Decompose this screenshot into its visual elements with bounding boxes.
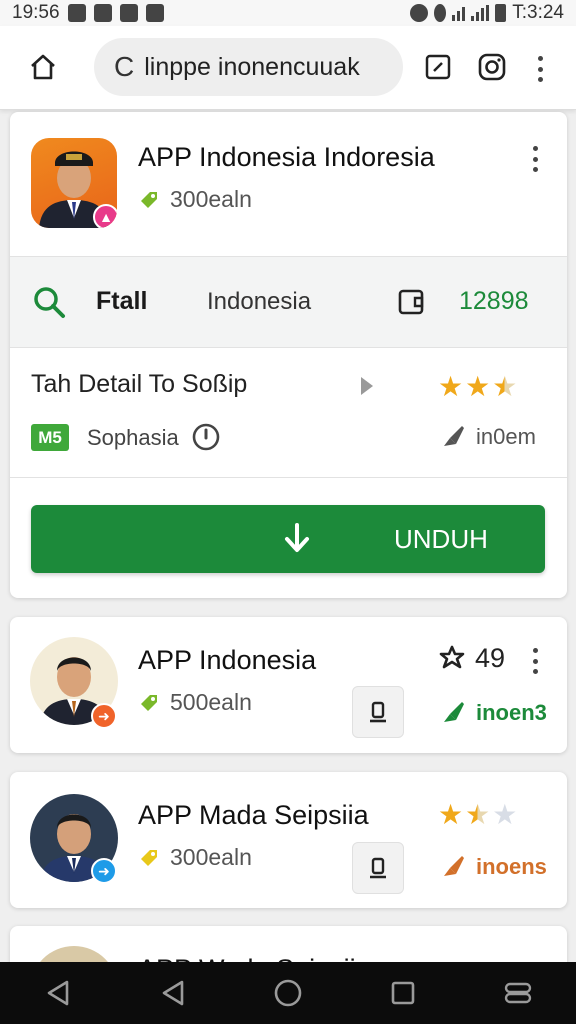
url-text: linppe inonencuuak bbox=[144, 52, 360, 81]
app-menu-button[interactable] bbox=[529, 146, 541, 172]
notification-icon bbox=[119, 4, 138, 22]
app-info-row: Ftall Indonesia 12898 bbox=[10, 256, 567, 348]
app-size: 300ealn bbox=[170, 186, 252, 212]
status-bar: 19:56 T:3:24 bbox=[0, 0, 576, 26]
badge-icon: ➜ bbox=[91, 858, 117, 884]
app-size: 300ealn bbox=[170, 844, 252, 870]
badge-icon: ▲ bbox=[93, 204, 117, 228]
wallet-icon bbox=[398, 289, 424, 315]
tabs-icon bbox=[425, 54, 451, 80]
home-nav-button[interactable] bbox=[268, 973, 308, 1013]
app-card[interactable]: ➜ APP Indonesia 500ealn 49 inoen3 bbox=[10, 617, 567, 753]
notification-icon bbox=[67, 4, 86, 22]
app-detail-row: Tah Detail To Soßip ★ ★ ★ M5 Sophasia in0e… bbox=[10, 348, 567, 478]
menu-nav-button[interactable] bbox=[498, 973, 538, 1013]
recents-button[interactable] bbox=[383, 973, 423, 1013]
app-avatar: ▲ bbox=[31, 138, 117, 228]
info-count: 12898 bbox=[459, 287, 529, 315]
download-icon bbox=[285, 523, 309, 552]
system-nav-bar bbox=[0, 962, 576, 1024]
tag-icon bbox=[141, 694, 157, 711]
download-button[interactable]: UNDUH bbox=[31, 505, 545, 573]
badge-icon: ➜ bbox=[91, 703, 117, 729]
app-card[interactable]: ➜ APP Mada Seipsiia 300ealn ★ ★ ★ inoens bbox=[10, 772, 567, 908]
signal-icon bbox=[471, 5, 490, 21]
rocket-icon bbox=[444, 426, 464, 446]
star-icon: ★ bbox=[465, 799, 491, 830]
rating-stars: ★ ★ ★ bbox=[438, 798, 517, 831]
developer-badge: M5 bbox=[31, 424, 69, 451]
app-tag: in0em bbox=[476, 424, 536, 449]
install-icon bbox=[370, 701, 386, 723]
app-title: APP Mada Seipsiia bbox=[138, 800, 369, 830]
app-tag: inoen3 bbox=[476, 700, 547, 725]
home-circle-icon bbox=[274, 979, 302, 1007]
tag-icon bbox=[141, 191, 157, 208]
alarm-icon bbox=[410, 4, 429, 22]
clock-icon bbox=[192, 423, 220, 451]
star-icon: ★ bbox=[438, 371, 464, 402]
url-field[interactable]: C linppe inonencuuak bbox=[94, 38, 403, 96]
puzzle-icon bbox=[439, 645, 465, 669]
status-time: 19:56 bbox=[12, 2, 60, 23]
star-icon: ★ bbox=[438, 799, 464, 830]
rocket-icon bbox=[444, 702, 464, 722]
notification-icon bbox=[93, 4, 112, 22]
featured-app-card: ▲ APP Indonesia Indoresia 300ealn Ftall … bbox=[10, 112, 567, 598]
recents-icon bbox=[391, 981, 415, 1005]
bluetooth-icon bbox=[434, 4, 447, 22]
battery-icon bbox=[495, 4, 507, 22]
app-score: 49 bbox=[475, 643, 506, 673]
home-icon bbox=[31, 54, 55, 80]
info-label: Ftall bbox=[96, 287, 148, 315]
instagram-button[interactable] bbox=[475, 50, 509, 84]
wifi-icon bbox=[452, 5, 466, 21]
rating-stars: ★ ★ ★ bbox=[438, 370, 517, 403]
detail-text: Tah Detail To Soßip bbox=[31, 370, 248, 398]
back-icon bbox=[162, 980, 184, 1006]
app-size: 500ealn bbox=[170, 689, 252, 715]
app-size-row: 300ealn bbox=[138, 844, 252, 871]
star-icon: ★ bbox=[492, 371, 518, 402]
rocket-icon bbox=[444, 856, 464, 876]
more-button[interactable] bbox=[534, 56, 546, 82]
app-size-row: 500ealn bbox=[138, 689, 252, 716]
home-button[interactable] bbox=[26, 50, 60, 84]
back-icon bbox=[47, 980, 68, 1006]
back-button[interactable] bbox=[38, 973, 78, 1013]
install-button[interactable] bbox=[352, 686, 404, 738]
app-menu-button[interactable] bbox=[529, 648, 541, 674]
tag-icon bbox=[141, 849, 157, 866]
download-label: UNDUH bbox=[394, 524, 488, 554]
install-button[interactable] bbox=[352, 842, 404, 894]
play-icon[interactable] bbox=[359, 375, 375, 397]
star-icon: ★ bbox=[465, 371, 491, 402]
instagram-icon bbox=[478, 53, 506, 81]
browser-toolbar: C linppe inonencuuak bbox=[0, 26, 576, 110]
reload-icon[interactable]: C bbox=[114, 51, 134, 83]
app-size-row: 300ealn bbox=[138, 186, 252, 213]
star-icon: ★ bbox=[492, 799, 518, 830]
app-title: APP Indonesia bbox=[138, 645, 317, 675]
menu-icon bbox=[505, 982, 532, 1004]
info-region: Indonesia bbox=[207, 288, 312, 315]
notification-icon bbox=[145, 4, 164, 22]
app-title: APP Indonesia Indoresia bbox=[138, 142, 435, 172]
back-button[interactable] bbox=[153, 973, 193, 1013]
app-tag: inoens bbox=[476, 854, 547, 879]
developer-name: Sophasia bbox=[87, 425, 179, 450]
install-icon bbox=[370, 857, 386, 879]
status-text: T:3:24 bbox=[512, 2, 564, 23]
tabs-button[interactable] bbox=[421, 50, 455, 84]
search-icon[interactable] bbox=[32, 285, 66, 319]
